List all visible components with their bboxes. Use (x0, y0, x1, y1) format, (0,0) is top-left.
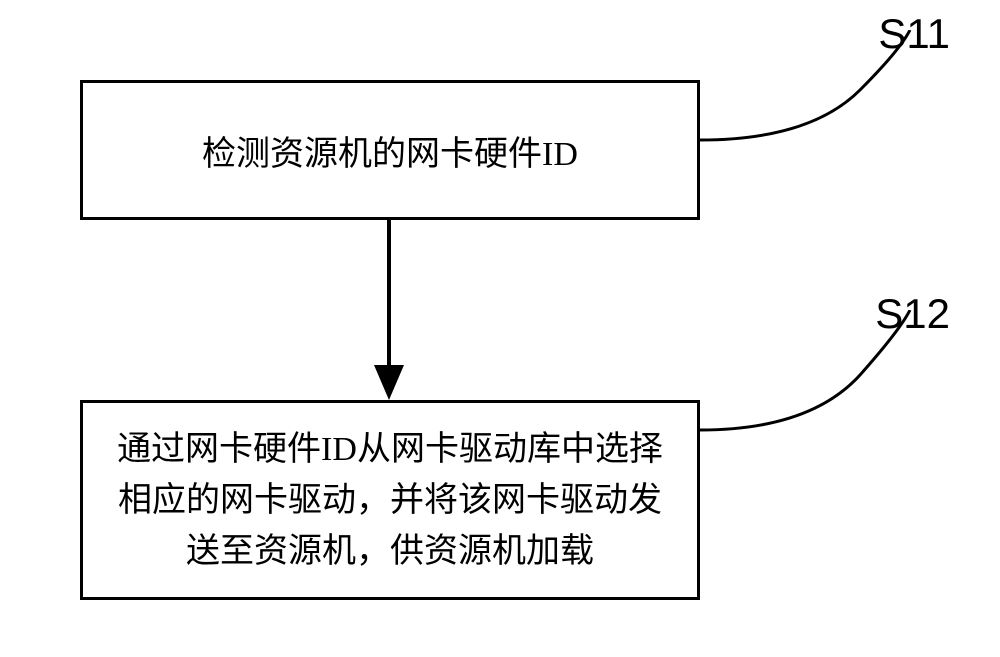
arrow-head-icon (374, 365, 404, 400)
arrow-down (370, 220, 410, 400)
flowchart-container: 检测资源机的网卡硬件ID S11 通过网卡硬件ID从网卡驱动库中选择相应的网卡驱… (0, 0, 1000, 657)
step-2-text: 通过网卡硬件ID从网卡驱动库中选择相应的网卡驱动，并将该网卡驱动发送至资源机，供… (103, 424, 677, 577)
step-1-text: 检测资源机的网卡硬件ID (202, 126, 578, 175)
step-box-1: 检测资源机的网卡硬件ID (80, 80, 700, 220)
step-box-2: 通过网卡硬件ID从网卡驱动库中选择相应的网卡驱动，并将该网卡驱动发送至资源机，供… (80, 400, 700, 600)
step-2-label: S12 (875, 290, 950, 338)
step-1-label: S11 (878, 10, 950, 58)
arrow-line (387, 220, 391, 370)
